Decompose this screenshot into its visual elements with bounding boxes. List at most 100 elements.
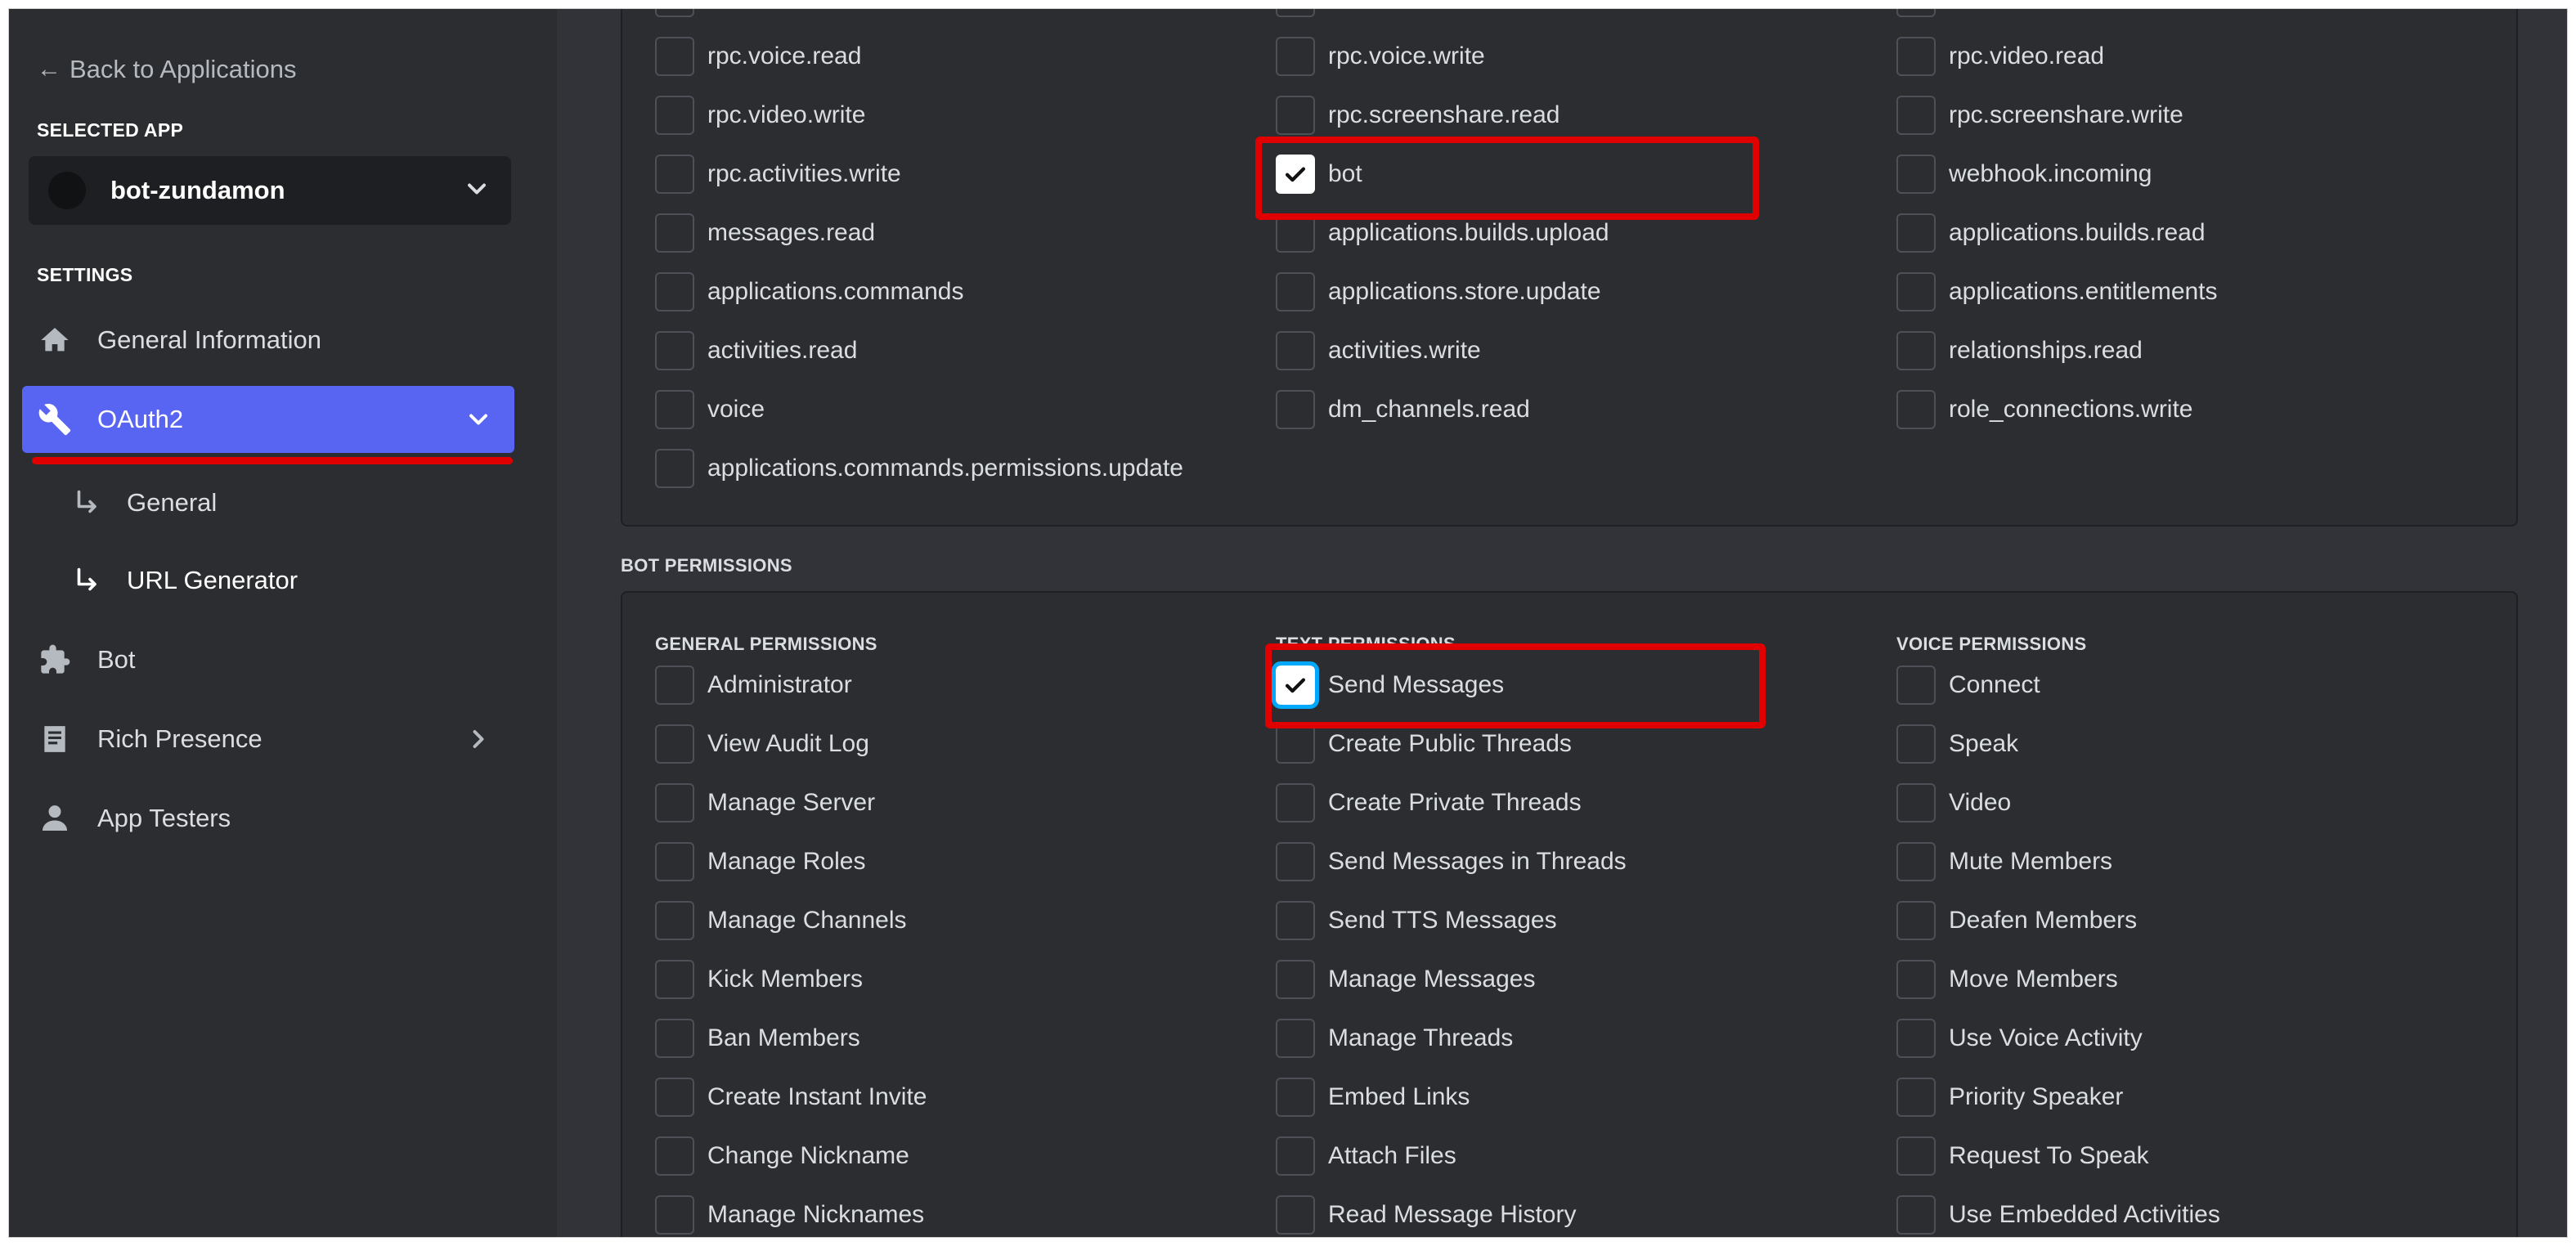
- checkbox[interactable]: [1896, 1078, 1936, 1117]
- permission-checkbox-row[interactable]: messages.read: [655, 213, 875, 253]
- checkbox[interactable]: [1896, 1195, 1936, 1235]
- permission-checkbox-row[interactable]: Manage Channels: [655, 900, 907, 941]
- checkbox[interactable]: [1276, 960, 1315, 999]
- checkbox[interactable]: [655, 96, 694, 135]
- permission-checkbox-row[interactable]: Manage Roles: [655, 841, 865, 882]
- permission-checkbox-row[interactable]: Send Messages in Threads: [1276, 841, 1627, 882]
- permission-checkbox-row[interactable]: Mute Members: [1896, 841, 2112, 882]
- permission-checkbox-row[interactable]: applications.commands.permissions.update: [655, 448, 1183, 489]
- checkbox[interactable]: [655, 960, 694, 999]
- permission-checkbox-row[interactable]: Move Members: [1896, 959, 2118, 1000]
- permission-checkbox-row[interactable]: [1896, 9, 1949, 18]
- checkbox[interactable]: [655, 1019, 694, 1058]
- permission-checkbox-row[interactable]: Create Instant Invite: [655, 1077, 927, 1118]
- permission-checkbox-row[interactable]: Manage Messages: [1276, 959, 1535, 1000]
- sidebar-item-bot[interactable]: Bot: [22, 626, 514, 693]
- checkbox[interactable]: [1276, 331, 1315, 370]
- permission-checkbox-row[interactable]: Attach Files: [1276, 1136, 1456, 1177]
- checkbox[interactable]: [1896, 1136, 1936, 1176]
- permission-checkbox-row[interactable]: Create Private Threads: [1276, 782, 1582, 823]
- checkbox[interactable]: [1896, 390, 1936, 429]
- checkbox[interactable]: [1276, 37, 1315, 76]
- sidebar-item-rich-presence[interactable]: Rich Presence: [22, 706, 514, 773]
- checkbox[interactable]: [1896, 783, 1936, 822]
- checkbox[interactable]: [1896, 37, 1936, 76]
- permission-checkbox-row[interactable]: [655, 9, 707, 18]
- checkbox[interactable]: [655, 783, 694, 822]
- checkbox[interactable]: [655, 901, 694, 940]
- permission-checkbox-row[interactable]: Change Nickname: [655, 1136, 909, 1177]
- permission-checkbox-row[interactable]: Use Voice Activity: [1896, 1018, 2143, 1059]
- permission-checkbox-row[interactable]: Request To Speak: [1896, 1136, 2149, 1177]
- permission-checkbox-row[interactable]: webhook.incoming: [1896, 154, 2152, 195]
- checkbox[interactable]: [1276, 901, 1315, 940]
- permission-checkbox-row[interactable]: rpc.video.write: [655, 95, 865, 136]
- permission-checkbox-row[interactable]: Create Public Threads: [1276, 724, 1572, 764]
- checkbox[interactable]: [1276, 1195, 1315, 1235]
- checkbox[interactable]: [655, 1136, 694, 1176]
- checkbox[interactable]: [1276, 272, 1315, 312]
- checkbox[interactable]: [1276, 9, 1315, 17]
- checkbox[interactable]: [655, 37, 694, 76]
- checkbox[interactable]: [1276, 390, 1315, 429]
- sidebar-item-general-information[interactable]: General Information: [22, 307, 514, 374]
- checkbox[interactable]: [1896, 1019, 1936, 1058]
- permission-checkbox-row[interactable]: rpc.voice.write: [1276, 36, 1485, 77]
- checkbox[interactable]: [1896, 666, 1936, 705]
- permission-checkbox-row[interactable]: rpc.video.read: [1896, 36, 2104, 77]
- checkbox[interactable]: [1896, 155, 1936, 194]
- checkbox[interactable]: [655, 331, 694, 370]
- checkbox[interactable]: [655, 449, 694, 488]
- permission-checkbox-row[interactable]: Ban Members: [655, 1018, 860, 1059]
- checkbox[interactable]: [1896, 9, 1936, 17]
- permission-checkbox-row[interactable]: applications.commands: [655, 271, 964, 312]
- permission-checkbox-row[interactable]: applications.entitlements: [1896, 271, 2218, 312]
- sidebar-subitem-url-generator[interactable]: URL Generator: [73, 556, 298, 605]
- permission-checkbox-row[interactable]: View Audit Log: [655, 724, 869, 764]
- permission-checkbox-row[interactable]: role_connections.write: [1896, 389, 2193, 430]
- sidebar-item-oauth2[interactable]: OAuth2: [22, 386, 514, 453]
- permission-checkbox-row[interactable]: Embed Links: [1276, 1077, 1470, 1118]
- checkbox[interactable]: [1896, 960, 1936, 999]
- permission-checkbox-row[interactable]: activities.write: [1276, 330, 1481, 371]
- permission-checkbox-row[interactable]: Manage Server: [655, 782, 875, 823]
- checkbox[interactable]: [655, 724, 694, 764]
- checkbox[interactable]: [655, 1078, 694, 1117]
- permission-checkbox-row[interactable]: [1276, 9, 1328, 18]
- permission-checkbox-row[interactable]: Kick Members: [655, 959, 863, 1000]
- checkbox[interactable]: [1276, 1019, 1315, 1058]
- sidebar-subitem-general[interactable]: General: [73, 478, 217, 527]
- permission-checkbox-row[interactable]: Connect: [1896, 665, 2040, 706]
- permission-checkbox-row[interactable]: Read Message History: [1276, 1194, 1576, 1235]
- permission-checkbox-row[interactable]: Manage Threads: [1276, 1018, 1513, 1059]
- checkbox[interactable]: [655, 272, 694, 312]
- permission-checkbox-row[interactable]: applications.builds.read: [1896, 213, 2206, 253]
- permission-checkbox-row[interactable]: Video: [1896, 782, 2011, 823]
- sidebar-item-app-testers[interactable]: App Testers: [22, 785, 514, 852]
- permission-checkbox-row[interactable]: relationships.read: [1896, 330, 2143, 371]
- permission-checkbox-row[interactable]: Speak: [1896, 724, 2018, 764]
- checkbox[interactable]: [1896, 96, 1936, 135]
- permission-checkbox-row[interactable]: Administrator: [655, 665, 852, 706]
- checkbox[interactable]: [1276, 1078, 1315, 1117]
- checkbox[interactable]: [655, 666, 694, 705]
- permission-checkbox-row[interactable]: voice: [655, 389, 765, 430]
- app-selector[interactable]: bot-zundamon: [29, 156, 511, 225]
- permission-checkbox-row[interactable]: rpc.activities.write: [655, 154, 901, 195]
- checkbox[interactable]: [1896, 901, 1936, 940]
- permission-checkbox-row[interactable]: Deafen Members: [1896, 900, 2137, 941]
- permission-checkbox-row[interactable]: Send TTS Messages: [1276, 900, 1557, 941]
- checkbox[interactable]: [1276, 842, 1315, 881]
- checkbox[interactable]: [1276, 783, 1315, 822]
- checkbox[interactable]: [1896, 331, 1936, 370]
- permission-checkbox-row[interactable]: rpc.screenshare.read: [1276, 95, 1560, 136]
- checkbox[interactable]: [1896, 272, 1936, 312]
- checkbox[interactable]: [655, 842, 694, 881]
- checkbox[interactable]: [655, 155, 694, 194]
- permission-checkbox-row[interactable]: Priority Speaker: [1896, 1077, 2123, 1118]
- back-to-applications-link[interactable]: ← Back to Applications: [37, 52, 296, 87]
- checkbox[interactable]: [655, 390, 694, 429]
- permission-checkbox-row[interactable]: rpc.voice.read: [655, 36, 861, 77]
- checkbox[interactable]: [655, 1195, 694, 1235]
- checkbox[interactable]: [655, 9, 694, 17]
